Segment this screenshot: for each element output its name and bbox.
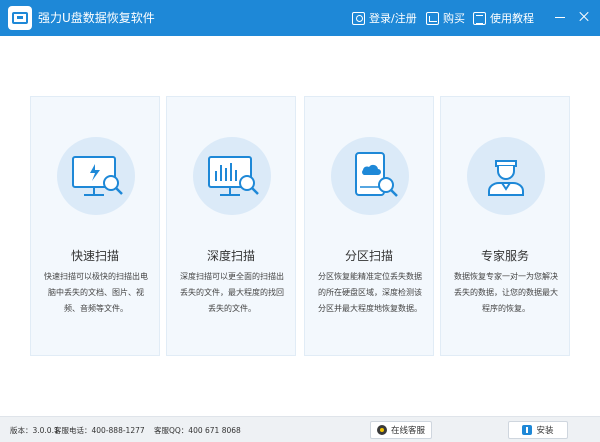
install-label: 安装: [536, 426, 554, 436]
monitor-search-icon: [57, 137, 135, 215]
quick-scan-card[interactable]: 快速扫描 快速扫描可以极快的扫描出电脑中丢失的文档、图片、视频、音频等文件。: [30, 96, 160, 356]
buy-label: 购买: [443, 12, 465, 25]
version-text: 版本：3.0.0.1: [10, 426, 59, 435]
user-icon: [352, 11, 365, 25]
support-phone-text: 客服电话：400-888-1277: [54, 426, 145, 435]
partition-scan-title: 分区扫描: [344, 249, 393, 263]
expert-service-card[interactable]: 专家服务 数据恢复专家一对一为您解决丢失的数据，让您的数据最大程序的恢复。: [440, 96, 570, 356]
expert-service-description: 数据恢复专家一对一为您解决丢失的数据，让您的数据最大程序的恢复。: [454, 272, 558, 313]
cart-icon: [426, 11, 439, 25]
deep-scan-card[interactable]: 深度扫描 深度扫描可以更全面的扫描出丢失的文件，最大程度的找回丢失的文件。: [166, 96, 296, 356]
app-title: 强力U盘数据恢复软件: [38, 11, 155, 25]
buy-link[interactable]: 购买: [426, 10, 465, 26]
deep-scan-title: 深度扫描: [206, 249, 255, 263]
expert-service-title: 专家服务: [480, 249, 529, 263]
minimize-button[interactable]: [552, 9, 568, 25]
install-icon: [522, 425, 533, 435]
deep-scan-description: 深度扫描可以更全面的扫描出丢失的文件，最大程度的找回丢失的文件。: [180, 272, 284, 313]
login-register-link[interactable]: 登录/注册: [352, 10, 417, 26]
disk-search-icon: [331, 137, 409, 215]
partition-scan-description: 分区恢复能精准定位丢失数据的所在硬盘区域，深度检测该分区并最大程度地恢复数据。: [318, 272, 422, 313]
app-logo-icon: [8, 6, 32, 30]
online-service-label: 在线客服: [390, 426, 425, 436]
expert-icon: [467, 137, 545, 215]
quick-scan-title: 快速扫描: [70, 249, 119, 263]
online-service-button[interactable]: 在线客服: [370, 421, 432, 439]
book-icon: [473, 11, 486, 25]
partition-scan-card[interactable]: 分区扫描 分区恢复能精准定位丢失数据的所在硬盘区域，深度检测该分区并最大程度地恢…: [304, 96, 434, 356]
title-bar: 强力U盘数据恢复软件 登录/注册 购买 使用教程: [0, 0, 600, 36]
login-register-label: 登录/注册: [369, 12, 417, 25]
close-button[interactable]: [576, 9, 592, 25]
support-qq-text: 客服QQ：400 671 8068: [154, 426, 241, 435]
tutorial-link[interactable]: 使用教程: [473, 10, 534, 26]
qq-icon: [376, 425, 387, 435]
quick-scan-description: 快速扫描可以极快的扫描出电脑中丢失的文档、图片、视频、音频等文件。: [44, 272, 148, 313]
install-button[interactable]: 安装: [508, 421, 568, 439]
status-bar: 版本：3.0.0.1 客服电话：400-888-1277 客服QQ：400 67…: [0, 416, 600, 442]
tutorial-label: 使用教程: [490, 12, 534, 25]
chart-search-icon: [193, 137, 271, 215]
